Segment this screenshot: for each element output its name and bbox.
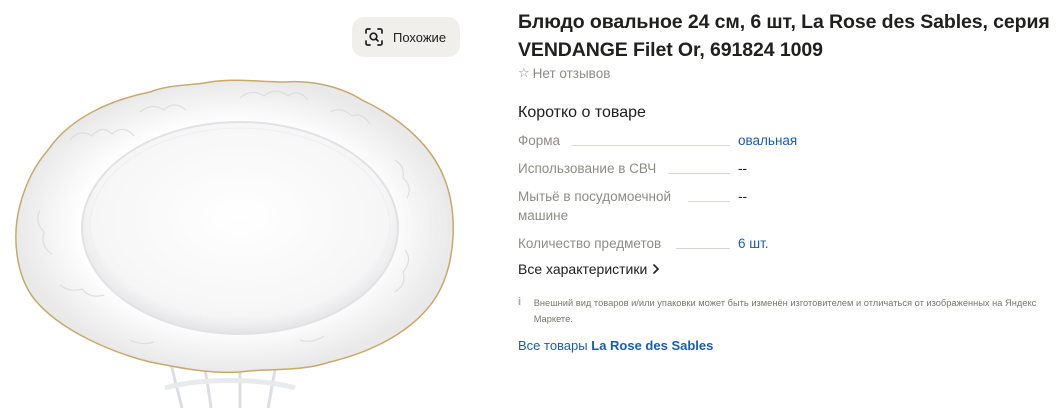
- spec-value-link[interactable]: 6 шт.: [730, 234, 769, 253]
- lens-search-icon: [365, 28, 383, 46]
- product-gallery: Похожие: [0, 0, 470, 408]
- similar-button-label: Похожие: [393, 29, 447, 45]
- appearance-notice: i Внешний вид товаров и/или упаковки мож…: [518, 295, 1058, 327]
- reviews-link[interactable]: ☆ Нет отзывов: [518, 65, 610, 81]
- spec-value-link[interactable]: овальная: [730, 131, 797, 150]
- short-info-heading: Коротко о товаре: [518, 104, 646, 121]
- spec-row-dishwasher: Мытьё в посудомоечной машине --: [518, 187, 818, 225]
- spec-name: Мытьё в посудомоечной машине: [518, 187, 688, 225]
- spec-value: --: [738, 161, 747, 176]
- star-outline-icon: ☆: [518, 65, 530, 80]
- reviews-text: Нет отзывов: [532, 65, 611, 81]
- spec-row-shape: Форма овальная: [518, 131, 818, 150]
- dotted-leader: [668, 173, 730, 174]
- spec-name: Использование в СВЧ: [518, 161, 665, 176]
- dotted-leader: [686, 201, 730, 202]
- all-specs-link[interactable]: Все характеристики: [518, 261, 660, 277]
- brand-link-prefix: Все товары: [518, 338, 588, 353]
- dotted-leader: [676, 248, 730, 249]
- spec-name: Количество предметов: [518, 236, 670, 251]
- chevron-right-icon: [653, 264, 660, 274]
- similar-button[interactable]: Похожие: [352, 17, 460, 57]
- product-title: Блюдо овальное 24 см, 6 шт, La Rose des …: [518, 11, 1050, 61]
- spec-value: --: [738, 189, 747, 204]
- brand-name: La Rose des Sables: [591, 338, 714, 353]
- all-specs-label: Все характеристики: [518, 261, 648, 277]
- info-icon: i: [518, 296, 522, 308]
- spec-name: Форма: [518, 133, 569, 148]
- spec-row-quantity: Количество предметов 6 шт.: [518, 234, 818, 253]
- spec-row-microwave: Использование в СВЧ --: [518, 159, 818, 178]
- product-image[interactable]: [0, 0, 470, 408]
- notice-text: Внешний вид товаров и/или упаковки может…: [533, 298, 1037, 324]
- brand-products-link[interactable]: Все товары La Rose des Sables: [518, 338, 713, 353]
- dotted-leader: [572, 145, 730, 146]
